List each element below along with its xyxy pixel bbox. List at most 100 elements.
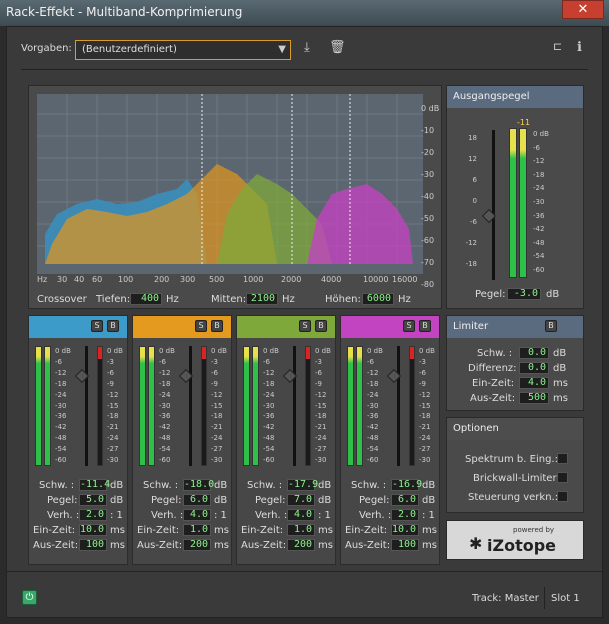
- band-meter-right: [44, 346, 51, 466]
- spectrum-graph[interactable]: [37, 94, 423, 274]
- band-gain-unit: dB: [318, 495, 332, 506]
- footer-divider: [544, 587, 545, 609]
- band-bypass-button[interactable]: B: [211, 320, 223, 332]
- crossover-high-field[interactable]: 6000: [362, 293, 394, 305]
- band-ratio-field[interactable]: 4.0: [287, 509, 315, 521]
- band-scale-right: 0 dB -3 -6 -9 -12 -15 -18 -21 -24 -27 -30: [419, 347, 435, 465]
- trash-icon[interactable]: 🗑: [329, 40, 346, 55]
- band-threshold-field[interactable]: -17.9: [287, 479, 318, 491]
- limiter-title: Limiter: [447, 316, 583, 338]
- band-solo-button[interactable]: S: [403, 320, 415, 332]
- option-spectrum-label: Spektrum b. Eing.:: [465, 454, 558, 465]
- band-gain-unit: dB: [110, 495, 124, 506]
- crossover-low-field[interactable]: 400: [130, 293, 162, 305]
- band-gain-field[interactable]: 6.0: [183, 494, 211, 506]
- option-link-checkbox[interactable]: [557, 491, 568, 502]
- option-brickwall-checkbox[interactable]: [557, 472, 568, 483]
- save-preset-icon[interactable]: ⤓: [304, 40, 310, 55]
- band-release-field[interactable]: 200: [183, 539, 211, 551]
- output-panel: Ausgangspegel -11 18 12 6 0 -6 -12 -18 0 dB -6-…: [446, 85, 584, 309]
- band-threshold-slider[interactable]: [397, 346, 400, 466]
- band-gain-field[interactable]: 6.0: [391, 494, 419, 506]
- crossover-high-unit: Hz: [398, 294, 411, 305]
- band-meter-right: [252, 346, 259, 466]
- limiter-margin-label: Differenz:: [468, 363, 517, 374]
- limiter-release-label: Aus-Zeit:: [470, 393, 516, 404]
- band-scale-right: 0 dB -3 -6 -9 -12 -15 -18 -21 -24 -27 -30: [315, 347, 331, 465]
- band-scale-left: 0 dB -6 -12 -18 -24 -30 -36 -42 -48 -54 -60: [263, 347, 279, 465]
- band-gain-unit: dB: [214, 495, 228, 506]
- crossover-mid-unit: Hz: [282, 294, 295, 305]
- band-bypass-button[interactable]: B: [107, 320, 119, 332]
- band-solo-button[interactable]: S: [299, 320, 311, 332]
- band-ratio-label: Verh. :: [47, 510, 80, 521]
- band-threshold-slider[interactable]: [293, 346, 296, 466]
- band-gain-field[interactable]: 5.0: [79, 494, 107, 506]
- band-attack-field[interactable]: 1.0: [183, 524, 211, 536]
- band-solo-button[interactable]: S: [195, 320, 207, 332]
- band-attack-unit: ms: [318, 525, 333, 536]
- band-release-label: Aus-Zeit:: [345, 540, 391, 551]
- band-gr-meter: [409, 346, 415, 466]
- band-attack-field[interactable]: 10.0: [391, 524, 419, 536]
- presets-label: Vorgaben:: [21, 43, 72, 54]
- band-ratio-unit: : 1: [318, 510, 331, 521]
- info-icon[interactable]: ℹ: [577, 40, 582, 55]
- band-gain-field[interactable]: 7.0: [287, 494, 315, 506]
- band-release-field[interactable]: 200: [287, 539, 315, 551]
- option-brickwall-label: Brickwall-Limiter:: [473, 473, 560, 484]
- izotope-icon: ✱: [469, 534, 483, 553]
- option-spectrum-checkbox[interactable]: [557, 453, 568, 464]
- band-threshold-unit: dB: [110, 480, 124, 491]
- top-bar: Vorgaben: (Benutzerdefiniert) ▼ ⤓ 🗑 ⊏ ℹ: [7, 27, 602, 69]
- band-bypass-button[interactable]: B: [419, 320, 431, 332]
- band-threshold-slider[interactable]: [85, 346, 88, 466]
- effect-frame: Vorgaben: (Benutzerdefiniert) ▼ ⤓ 🗑 ⊏ ℹ 0…: [6, 26, 603, 618]
- output-gain-slider[interactable]: [492, 130, 495, 280]
- crossover-mid-field[interactable]: 2100: [246, 293, 278, 305]
- band-attack-label: Ein-Zeit:: [345, 525, 388, 536]
- spectrum-panel: 0 dB -10 -20 -30 -40 -50 -60 -70 -80 Hz 30 40 60 100…: [28, 85, 442, 309]
- limiter-threshold-field[interactable]: 0.0: [519, 347, 549, 359]
- band-gr-meter: [97, 346, 103, 466]
- band-attack-field[interactable]: 10.0: [79, 524, 107, 536]
- output-gain-field[interactable]: -3.0: [507, 288, 541, 300]
- band-ratio-field[interactable]: 4.0: [183, 509, 211, 521]
- band-gain-label: Pegel:: [255, 495, 286, 506]
- presets-dropdown[interactable]: (Benutzerdefiniert) ▼: [75, 40, 291, 60]
- band-release-field[interactable]: 100: [79, 539, 107, 551]
- routing-icon[interactable]: ⊏: [553, 40, 562, 53]
- band-threshold-label: Schw. :: [247, 480, 283, 491]
- band-meter-left: [347, 346, 354, 466]
- close-icon[interactable]: ✕: [562, 0, 604, 19]
- band-threshold-label: Schw. :: [39, 480, 75, 491]
- band-threshold-field[interactable]: -16.9: [391, 479, 422, 491]
- power-icon[interactable]: ⏻: [22, 590, 37, 605]
- band-scale-right: 0 dB -3 -6 -9 -12 -15 -18 -21 -24 -27 -30: [107, 347, 123, 465]
- presets-value: (Benutzerdefiniert): [82, 44, 177, 55]
- option-link-label: Steuerung verkn.:: [468, 492, 559, 503]
- limiter-panel: Limiter B Schw. : 0.0 dB Differenz: 0.0 …: [446, 315, 584, 411]
- band-attack-field[interactable]: 1.0: [287, 524, 315, 536]
- band-threshold-slider[interactable]: [189, 346, 192, 466]
- band-ratio-field[interactable]: 2.0: [79, 509, 107, 521]
- limiter-attack-field[interactable]: 4.0: [519, 377, 549, 389]
- izotope-logo[interactable]: powered by iZotope ✱: [446, 520, 584, 560]
- band-ratio-field[interactable]: 2.0: [391, 509, 419, 521]
- band-release-field[interactable]: 100: [391, 539, 419, 551]
- band-bypass-button[interactable]: B: [315, 320, 327, 332]
- footer-separator: [7, 571, 602, 572]
- limiter-margin-field[interactable]: 0.0: [519, 362, 549, 374]
- output-gain-unit: dB: [546, 289, 560, 300]
- bands-container: S B 0 dB -6 -12 -18 -24 -30 -36 -42 -48 -54 -60 0 …: [28, 315, 442, 565]
- limiter-release-field[interactable]: 500: [519, 392, 549, 404]
- band-threshold-field[interactable]: -11.4: [79, 479, 110, 491]
- band-solo-button[interactable]: S: [91, 320, 103, 332]
- limiter-threshold-unit: dB: [553, 348, 567, 359]
- options-panel: Optionen Spektrum b. Eing.: Brickwall-Li…: [446, 417, 584, 513]
- slot-label: Slot 1: [551, 593, 580, 604]
- band-attack-label: Ein-Zeit:: [137, 525, 180, 536]
- limiter-bypass-button[interactable]: B: [545, 320, 557, 332]
- band-scale-right: 0 dB -3 -6 -9 -12 -15 -18 -21 -24 -27 -30: [211, 347, 227, 465]
- band-threshold-field[interactable]: -18.0: [183, 479, 214, 491]
